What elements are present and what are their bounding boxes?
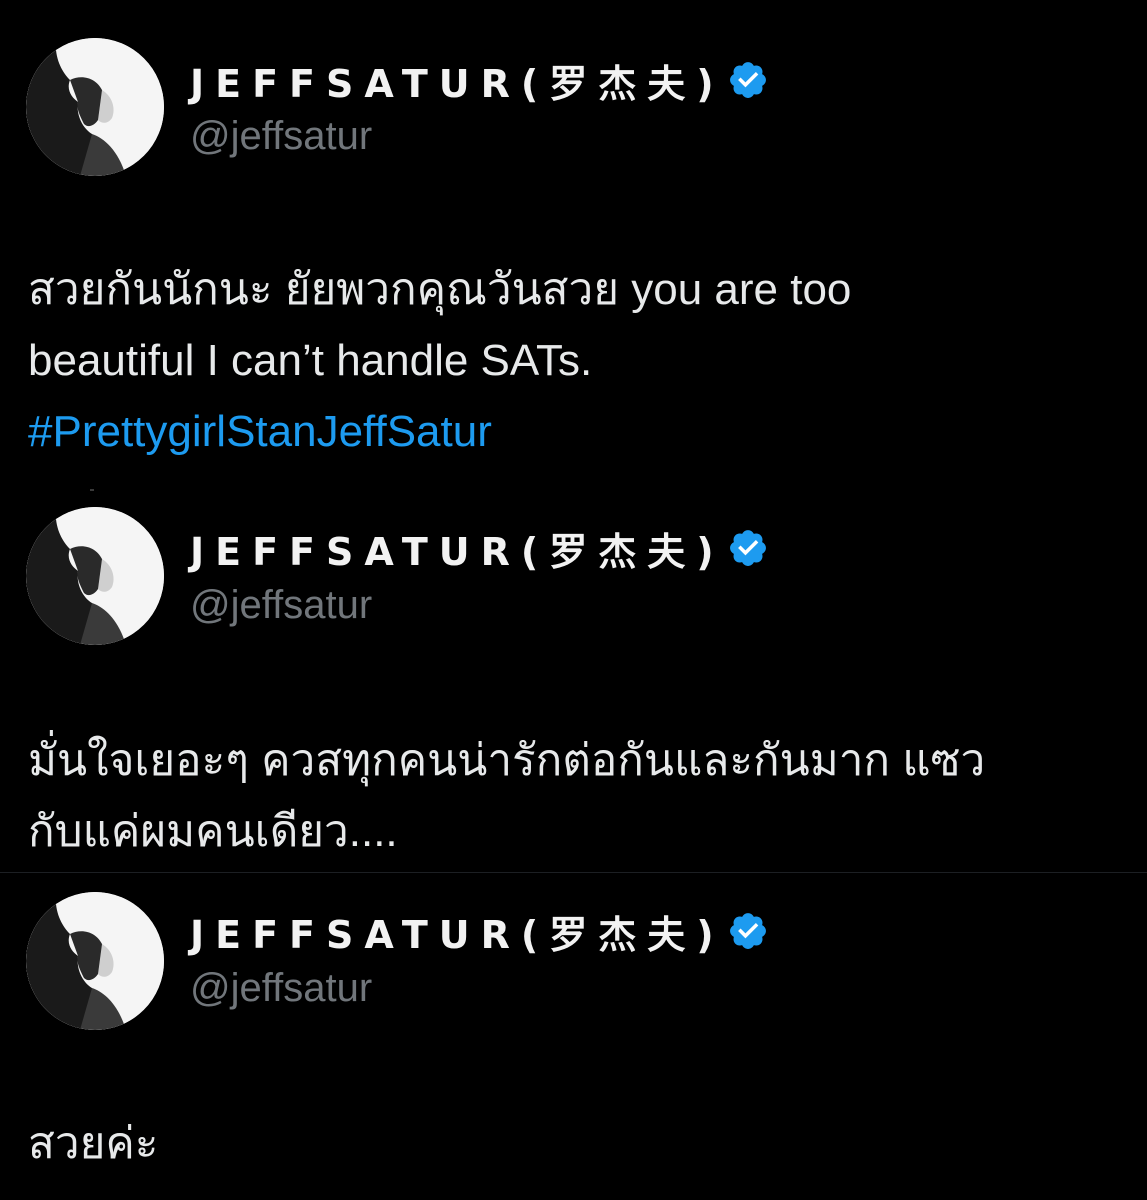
- tweet-text-line: สวยค่ะ: [28, 1119, 159, 1168]
- tweet-text: สวยกันนักนะ ยัยพวกคุณวันสวย you are too …: [28, 254, 1128, 467]
- verified-badge-icon: [729, 530, 766, 566]
- avatar-portrait-icon: [26, 892, 164, 1030]
- author-display-name[interactable]: JEFFSATUR(罗杰夫): [190, 904, 725, 959]
- author-handle[interactable]: @jeffsatur: [190, 966, 372, 1011]
- author-name-row[interactable]: JEFFSATUR(罗杰夫): [190, 522, 769, 574]
- tweet-text-line: สวยกันนักนะ ยัยพวกคุณวันสวย you are too: [28, 265, 852, 314]
- author-name-row[interactable]: JEFFSATUR(罗杰夫): [190, 905, 769, 957]
- verified-badge-icon: [729, 913, 766, 949]
- tweet-text: สวยค่ะ: [28, 1108, 1128, 1179]
- verified-badge-icon: [729, 62, 766, 98]
- tweet-text: มั่นใจเยอะๆ ควสทุกคนน่ารักต่อกันและกันมา…: [28, 725, 1128, 867]
- tweet-text-line: กับแค่ผมคนเดียว....: [28, 807, 398, 856]
- profile-avatar[interactable]: [26, 892, 164, 1030]
- tweet[interactable]: JEFFSATUR(罗杰夫) @jeffsatur สวยกันนักนะ ยั…: [0, 0, 1147, 487]
- hashtag-link[interactable]: #PrettygirlStanJeffSatur: [28, 396, 1128, 467]
- tweet-text-line: มั่นใจเยอะๆ ควสทุกคนน่ารักต่อกันและกันมา…: [28, 736, 986, 785]
- author-display-name[interactable]: JEFFSATUR(罗杰夫): [190, 53, 725, 108]
- tweet[interactable]: JEFFSATUR(罗杰夫) @jeffsatur มั่นใจเยอะๆ คว…: [0, 487, 1147, 872]
- author-name-row[interactable]: JEFFSATUR(罗杰夫): [190, 54, 769, 106]
- avatar-portrait-icon: [26, 38, 164, 176]
- avatar-portrait-icon: [26, 507, 164, 645]
- tweet-text-line: beautiful I can’t handle SATs.: [28, 336, 593, 385]
- tweet[interactable]: JEFFSATUR(罗杰夫) @jeffsatur สวยค่ะ: [0, 872, 1147, 1200]
- author-handle[interactable]: @jeffsatur: [190, 114, 372, 159]
- profile-avatar[interactable]: [26, 38, 164, 176]
- author-handle[interactable]: @jeffsatur: [190, 583, 372, 628]
- author-display-name[interactable]: JEFFSATUR(罗杰夫): [190, 521, 725, 576]
- profile-avatar[interactable]: [26, 507, 164, 645]
